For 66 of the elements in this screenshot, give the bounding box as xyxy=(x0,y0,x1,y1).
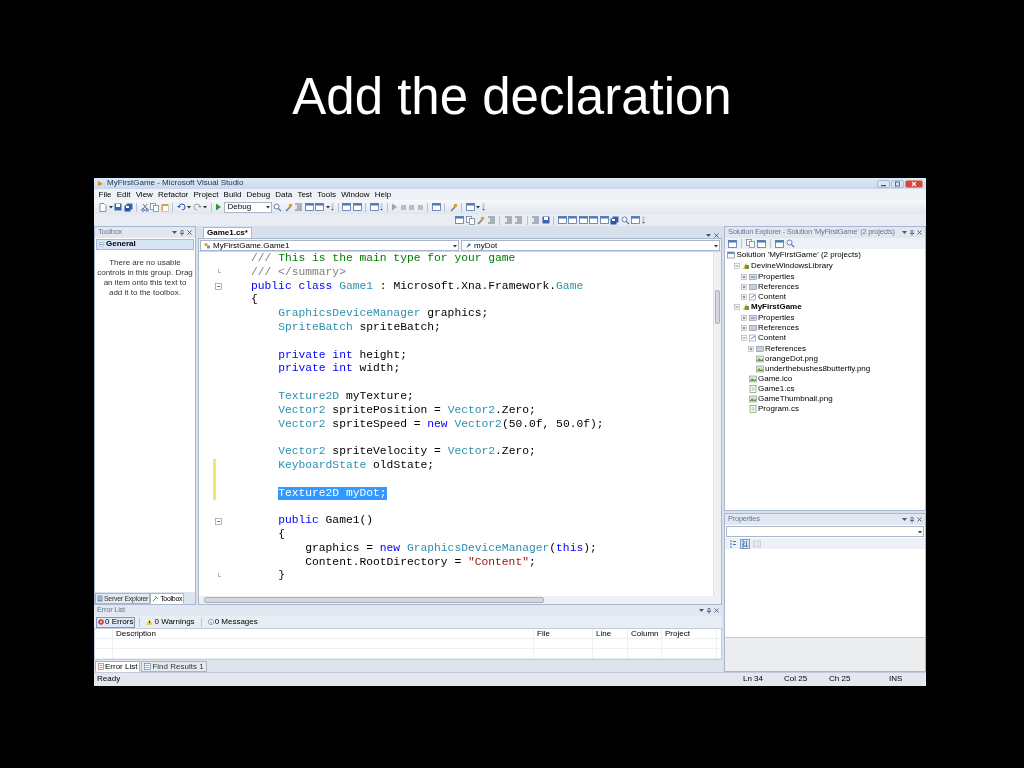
code-line: { xyxy=(251,293,258,308)
tree-item[interactable]: References xyxy=(765,345,806,353)
code-line: graphics = new GraphicsDeviceManager(this); xyxy=(305,541,597,556)
status-field: Col 25 xyxy=(784,675,829,684)
status-field: INS xyxy=(889,675,911,684)
member-dropdown[interactable]: myDot xyxy=(461,240,720,251)
slide-title: Add the declaration xyxy=(292,67,732,127)
tree-item[interactable]: orangeDot.png xyxy=(765,355,818,363)
code-line: /// This is the main type for your game xyxy=(251,252,516,266)
menu-item[interactable]: Test xyxy=(294,189,315,200)
type-dropdown[interactable]: MyFirstGame.Game1 xyxy=(200,240,459,251)
code-line: } xyxy=(278,569,285,584)
filter-button[interactable]: 0 Errors xyxy=(96,616,136,628)
code-line: public Game1() xyxy=(278,514,374,528)
configuration-dropdown[interactable]: Debug xyxy=(223,201,272,213)
column-header[interactable]: Line xyxy=(593,629,628,638)
menu-item[interactable]: Edit xyxy=(114,189,134,200)
tree-item[interactable]: Program.cs xyxy=(758,405,799,413)
status-field: Ch 25 xyxy=(829,675,889,684)
tree-item[interactable]: DevineWindowsLibrary xyxy=(751,262,833,270)
filter-button[interactable]: 0 Warnings xyxy=(144,616,197,628)
code-line: Vector2 spriteSpeed = new Vector2(50.0f, 50.0f); xyxy=(278,417,604,432)
menu-item[interactable]: Refactor xyxy=(155,189,191,200)
menu-item[interactable]: Project xyxy=(190,189,221,200)
menu-item[interactable]: View xyxy=(133,189,156,200)
code-line: GraphicsDeviceManager graphics; xyxy=(278,307,489,321)
tree-item[interactable]: Properties xyxy=(758,314,795,322)
tree-item[interactable]: References xyxy=(758,324,799,332)
tree-item[interactable]: underthebushes8butterfly.png xyxy=(765,365,871,373)
code-line: Texture2D myTexture; xyxy=(278,389,414,404)
code-line: { xyxy=(278,527,285,542)
group-header[interactable]: General xyxy=(96,239,194,250)
menu-item[interactable]: Data xyxy=(272,189,295,200)
menu-item[interactable]: File xyxy=(96,189,115,200)
menu-item[interactable]: Tools xyxy=(314,189,339,200)
code-line: KeyboardState oldState; xyxy=(278,458,435,473)
code-line: Content.RootDirectory = "Content"; xyxy=(305,555,536,570)
status-field: Ln 34 xyxy=(743,675,784,684)
status-text: Ready xyxy=(97,675,122,684)
code-line: SpriteBatch spriteBatch; xyxy=(278,321,441,335)
column-header[interactable]: File xyxy=(534,629,593,638)
tree-item[interactable]: Solution 'MyFirstGame' (2 projects) xyxy=(736,251,861,259)
column-header[interactable]: Project xyxy=(662,629,717,638)
filter-button[interactable]: 0 Messages xyxy=(205,616,260,628)
menu-item[interactable]: Build xyxy=(220,189,244,200)
menu-item[interactable]: Debug xyxy=(243,189,273,200)
tree-item[interactable]: Game1.cs xyxy=(758,385,795,393)
tree-item[interactable]: Game.ico xyxy=(758,375,793,383)
menu-item[interactable]: Help xyxy=(372,189,394,200)
code-line: private int width; xyxy=(278,362,401,377)
code-line: private int height; xyxy=(278,348,407,363)
tree-item[interactable]: Properties xyxy=(758,273,795,281)
tree-item[interactable]: References xyxy=(758,283,799,291)
empty-message: There are no usable controls in this group. Drag an item onto this text to add it to the toolbox. xyxy=(96,257,194,298)
code-line: public class Game1 : Microsoft.Xna.Framework.Game xyxy=(251,279,584,294)
tree-item[interactable]: MyFirstGame xyxy=(751,303,802,311)
code-line: /// </summary> xyxy=(251,265,346,280)
tree-item[interactable]: Content xyxy=(758,334,787,342)
tree-item[interactable]: Content xyxy=(758,293,787,301)
code-line: Vector2 spriteVelocity = Vector2.Zero; xyxy=(278,445,536,459)
window-title: MyFirstGame - Microsoft Visual Studio xyxy=(107,179,244,188)
menu-item[interactable]: Window xyxy=(338,189,373,200)
code-line: Vector2 spritePosition = Vector2.Zero; xyxy=(278,403,536,418)
tree-item[interactable]: GameThumbnail.png xyxy=(758,395,833,403)
column-header[interactable]: Column xyxy=(628,629,662,638)
column-header[interactable]: Description xyxy=(113,629,534,638)
